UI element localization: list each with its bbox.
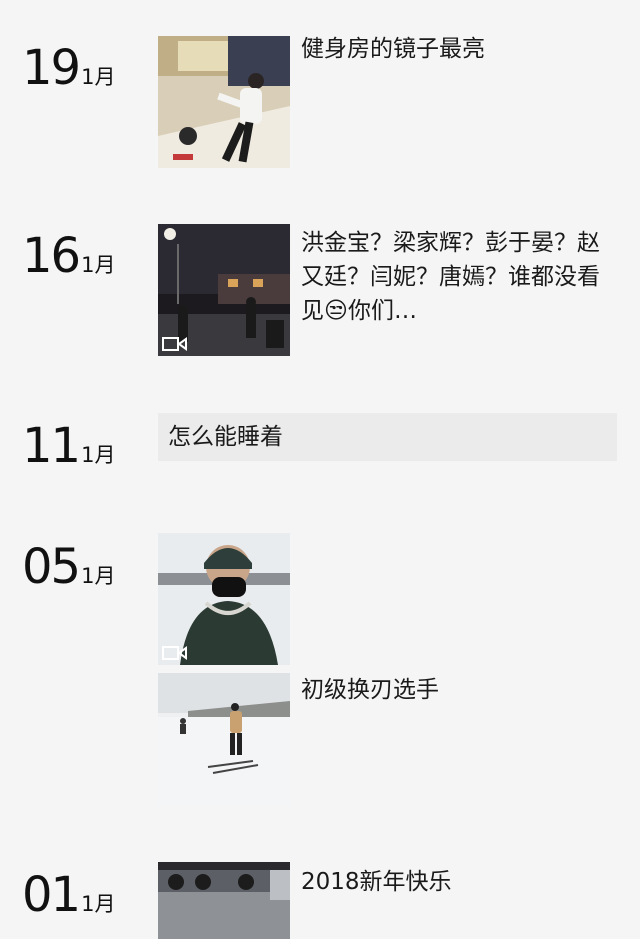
date-day: 11 bbox=[22, 418, 81, 474]
entry-date: 16 1月 bbox=[22, 232, 115, 280]
photo-thumbnail[interactable] bbox=[158, 673, 290, 805]
post-caption: 健身房的镜子最亮 bbox=[301, 36, 485, 62]
entry-date: 01 1月 bbox=[22, 871, 115, 919]
post-caption: 初级换刃选手 bbox=[301, 677, 439, 703]
entry-date: 05 1月 bbox=[22, 543, 115, 591]
date-day: 16 bbox=[22, 228, 81, 284]
post-caption: 洪金宝？梁家辉？彭于晏？赵又廷？闫妮？唐嫣？谁都没看见😒你们… bbox=[301, 230, 600, 324]
text-post[interactable]: 怎么能睡着 bbox=[158, 413, 617, 461]
date-day: 19 bbox=[22, 40, 81, 96]
video-icon bbox=[162, 646, 187, 660]
date-month: 1月 bbox=[81, 443, 116, 467]
post-caption: 2018新年快乐 bbox=[301, 869, 452, 895]
date-day: 05 bbox=[22, 539, 81, 595]
date-month: 1月 bbox=[81, 564, 116, 588]
date-month: 1月 bbox=[81, 65, 116, 89]
date-month: 1月 bbox=[81, 892, 116, 916]
video-icon bbox=[162, 337, 187, 351]
date-day: 01 bbox=[22, 867, 81, 923]
entry-date: 11 1月 bbox=[22, 422, 115, 470]
photo-thumbnail[interactable] bbox=[158, 36, 290, 168]
date-month: 1月 bbox=[81, 253, 116, 277]
video-thumbnail[interactable] bbox=[158, 224, 290, 356]
entry-date: 19 1月 bbox=[22, 44, 115, 92]
photo-thumbnail[interactable] bbox=[158, 862, 290, 939]
video-thumbnail[interactable] bbox=[158, 533, 290, 665]
